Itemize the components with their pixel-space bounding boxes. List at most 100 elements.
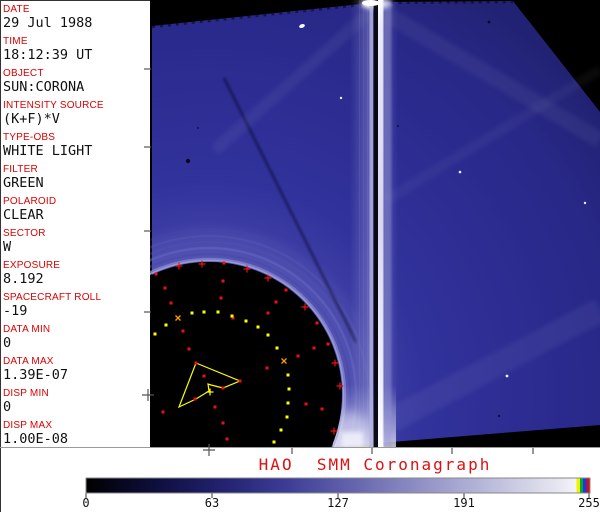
metadata-field-spacecraft-roll: SPACECRAFT ROLL -19: [3, 292, 149, 318]
red-marker: [221, 386, 225, 390]
field-value: 1.39E-07: [3, 367, 69, 383]
pylon-dark-line: [373, 0, 378, 447]
field-label: TYPE-OBS: [3, 132, 56, 143]
field-value: GREEN: [3, 175, 44, 191]
yellow-marker: [285, 415, 289, 419]
metadata-field-object: OBJECT SUN:CORONA: [3, 68, 149, 94]
yellow-marker: [266, 333, 270, 337]
colorbar-annotation-stripe: [580, 478, 583, 493]
dark-spot: [197, 127, 199, 129]
pylon-top-hotspot: [362, 0, 380, 6]
red-marker: [221, 279, 225, 283]
colorbar-annotation-stripe: [586, 478, 590, 493]
field-value: 1.00E-08: [3, 431, 69, 447]
yellow-marker: [216, 310, 220, 314]
field-label: EXPOSURE: [3, 260, 61, 271]
colorbar-tick-label: 191: [453, 496, 475, 510]
yellow-marker: [202, 310, 206, 314]
metadata-field-type-obs: TYPE-OBS WHITE LIGHT: [3, 132, 149, 158]
red-marker: [238, 379, 242, 383]
field-label: FILTER: [3, 164, 38, 175]
colorbar-tick-label: 63: [204, 496, 220, 510]
red-marker: [221, 421, 225, 425]
pylon-right-glow: [383, 0, 392, 447]
yellow-marker: [275, 346, 279, 350]
dark-spot: [497, 414, 501, 418]
dark-spot: [487, 20, 491, 24]
field-value: SUN:CORONA: [3, 79, 85, 95]
red-marker: [315, 321, 319, 325]
field-label: DATA MAX: [3, 356, 54, 367]
field-value: W: [3, 239, 12, 255]
field-value: 29 Jul 1988: [3, 15, 93, 31]
metadata-field-data-max: DATA MAX 1.39E-07: [3, 356, 149, 382]
red-marker: [202, 374, 206, 378]
red-marker: [312, 346, 316, 350]
dark-spot: [397, 125, 399, 127]
yellow-marker: [287, 387, 291, 391]
field-value: 8.192: [3, 271, 44, 287]
red-marker: [320, 407, 324, 411]
red-marker: [163, 286, 167, 290]
metadata-field-data-min: DATA MIN 0: [3, 324, 149, 350]
red-marker: [154, 272, 158, 276]
red-marker: [265, 366, 269, 370]
yellow-marker: [256, 325, 260, 329]
red-marker: [304, 402, 308, 406]
yellow-marker: [272, 440, 276, 444]
bright-speck: [505, 374, 509, 378]
red-marker: [266, 311, 270, 315]
field-label: DATA MIN: [3, 324, 51, 335]
field-label: SPACECRAFT ROLL: [3, 292, 102, 303]
field-label: POLAROID: [3, 196, 57, 207]
coronagraph-viewer-window: DATE 29 Jul 1988 TIME 18:12:39 UT OBJECT SUN:…: [0, 0, 600, 512]
dark-spot: [185, 158, 191, 164]
pylon-bottom-hotspot: [341, 432, 363, 447]
bright-speck: [458, 170, 462, 174]
red-marker: [222, 261, 226, 265]
yellow-marker: [244, 319, 248, 323]
colorbar-annotation-stripe: [576, 478, 580, 493]
field-value: WHITE LIGHT: [3, 143, 93, 159]
red-marker: [213, 405, 217, 409]
metadata-field-time: TIME 18:12:39 UT: [3, 36, 149, 62]
field-value: CLEAR: [3, 207, 44, 223]
red-marker: [193, 397, 197, 401]
red-marker: [225, 437, 229, 441]
colorbar-tick-label: 127: [327, 496, 349, 510]
red-marker: [326, 342, 330, 346]
field-label: DATE: [3, 4, 30, 15]
metadata-field-disp-min: DISP MIN 0: [3, 388, 149, 414]
field-value: 18:12:39 UT: [3, 47, 93, 63]
yellow-marker: [286, 373, 290, 377]
yellow-marker: [153, 332, 157, 336]
field-value: -19: [3, 303, 28, 319]
red-marker: [194, 361, 198, 365]
field-value: 0: [3, 335, 12, 351]
field-label: OBJECT: [3, 68, 44, 79]
colorbar-labels: 0 63 127 191 255: [0, 496, 600, 512]
yellow-marker: [279, 428, 283, 432]
bright-speck: [339, 96, 343, 100]
pylon-bright-core: [378, 0, 384, 447]
metadata-field-sector: SECTOR W: [3, 228, 149, 254]
field-label: DISP MIN: [3, 388, 49, 399]
field-label: SECTOR: [3, 228, 46, 239]
colorbar-tick-label: 255: [578, 496, 600, 510]
yellow-marker: [286, 401, 290, 405]
colorbar-tick-label: 0: [82, 496, 90, 510]
colorbar-annotation-stripe: [583, 478, 587, 493]
red-marker: [169, 301, 173, 305]
metadata-field-polaroid: POLAROID CLEAR: [3, 196, 149, 222]
metadata-sidebar: DATE 29 Jul 1988 TIME 18:12:39 UT OBJECT SUN:…: [0, 0, 150, 447]
field-label: DISP MAX: [3, 420, 53, 431]
metadata-field-disp-max: DISP MAX 1.00E-08: [3, 420, 149, 446]
yellow-marker: [164, 323, 168, 327]
bright-speck: [583, 201, 587, 205]
yellow-marker: [230, 314, 234, 318]
field-value: 0: [3, 399, 12, 415]
red-marker: [181, 329, 185, 333]
field-value: (K+F)*V: [3, 111, 60, 127]
red-marker: [274, 300, 278, 304]
yellow-marker: [190, 311, 194, 315]
